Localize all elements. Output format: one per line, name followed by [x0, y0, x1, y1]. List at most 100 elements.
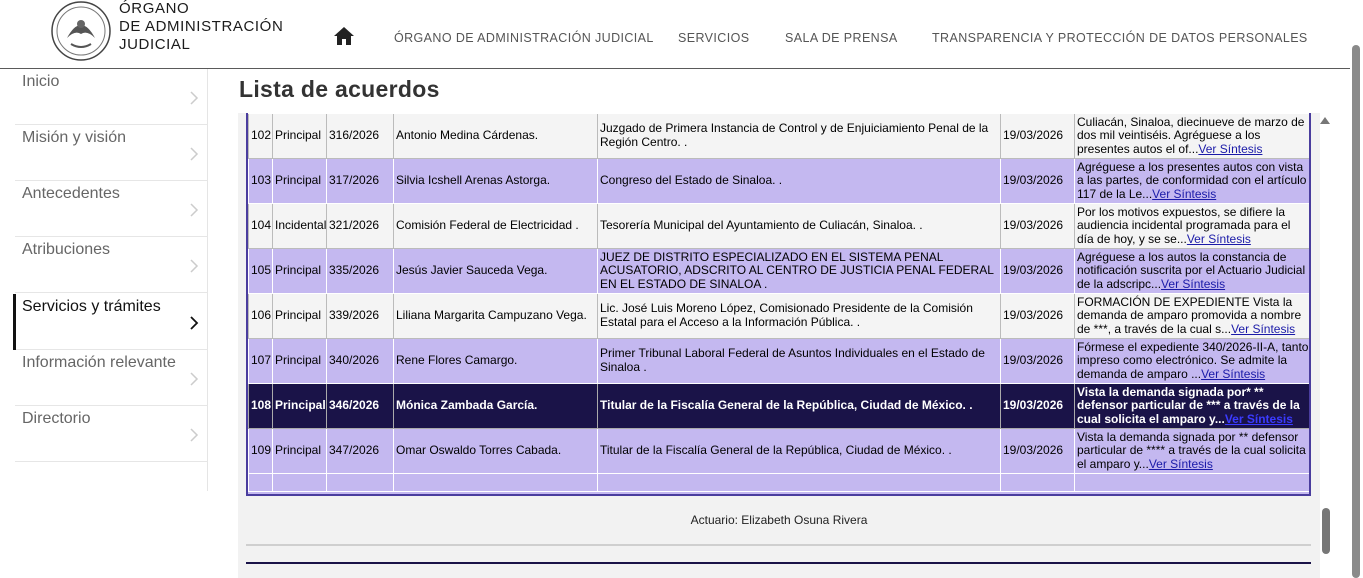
sidebar-item-label: Atribuciones: [22, 241, 111, 258]
cell-exp: 321/2026: [326, 203, 394, 249]
cell-fecha: 19/03/2026: [1000, 383, 1075, 429]
sidebar-item-antecedentes[interactable]: Antecedentes: [15, 181, 208, 237]
page-scrollbar[interactable]: [1350, 0, 1363, 578]
table-row[interactable]: 107 Principal 340/2026 Rene Flores Camargo.…: [248, 338, 1309, 384]
cell-exp: 346/2026: [326, 383, 394, 429]
cell-exp: 317/2026: [326, 158, 394, 204]
ver-sintesis-link[interactable]: Ver Síntesis: [1231, 322, 1295, 336]
chevron-right-icon: [190, 428, 199, 442]
sidebar-item-label: Inicio: [22, 73, 60, 90]
cell-num: 104: [248, 203, 273, 249]
cell-exp: 316/2026: [326, 113, 394, 159]
cell-sintesis: Vista la demanda signada por* ** defenso…: [1074, 383, 1309, 429]
cell-actor: Omar Oswaldo Torres Cabada.: [393, 428, 598, 474]
cell-tipo: Principal: [272, 158, 327, 204]
nav-item-sala-de-prensa[interactable]: SALA DE PRENSA: [785, 31, 898, 45]
cell-autoridad: Primer Tribunal Laboral Federal de Asunt…: [597, 338, 1001, 384]
ver-sintesis-link[interactable]: Ver Síntesis: [1225, 412, 1293, 426]
scroll-up-arrow-icon[interactable]: [1320, 117, 1330, 124]
cell-num: 103: [248, 158, 273, 204]
site-logo-text[interactable]: ÓRGANO DE ADMINISTRACIÓN JUDICIAL: [119, 0, 309, 54]
cell-num: 107: [248, 338, 273, 384]
cell-fecha: 19/03/2026: [1000, 428, 1075, 474]
content-scrollbar[interactable]: [1318, 113, 1332, 578]
table-row[interactable]: 102 Principal 316/2026 Antonio Medina Cárde…: [248, 113, 1309, 159]
ver-sintesis-link[interactable]: Ver Síntesis: [1161, 277, 1225, 291]
cell-exp: 347/2026: [326, 428, 394, 474]
ver-sintesis-link[interactable]: Ver Síntesis: [1149, 457, 1213, 471]
divider: [246, 544, 1311, 546]
table-row[interactable]: 104 Incidental 321/2026 Comisión Federal de…: [248, 203, 1309, 249]
cell-exp: 335/2026: [326, 248, 394, 294]
cell-autoridad: Congreso del Estado de Sinaloa. .: [597, 158, 1001, 204]
cell-sintesis: Vista la demanda signada por ** defensor…: [1074, 428, 1309, 474]
sidebar-item-label: Antecedentes: [22, 185, 120, 202]
nav-item-transparencia[interactable]: TRANSPARENCIA Y PROTECCIÓN DE DATOS PERS…: [932, 31, 1308, 45]
cell-fecha: 19/03/2026: [1000, 203, 1075, 249]
cell-sintesis: Fórmese el expediente 340/2026-II-A, tan…: [1074, 338, 1309, 384]
cell-tipo: Principal: [272, 113, 327, 159]
cell-tipo: Principal: [272, 248, 327, 294]
table-cell: [393, 473, 598, 492]
actuario-label: Actuario: Elizabeth Osuna Rivera: [690, 513, 868, 527]
cell-sintesis: FORMACIÓN DE EXPEDIENTE Vista la demanda…: [1074, 293, 1309, 339]
coat-of-arms-icon: [51, 1, 111, 61]
cell-autoridad: Tesorería Municipal del Ayuntamiento de …: [597, 203, 1001, 249]
ver-sintesis-link[interactable]: Ver Síntesis: [1187, 232, 1251, 246]
cell-actor: Comisión Federal de Electricidad .: [393, 203, 598, 249]
chevron-right-icon: [190, 372, 199, 386]
cell-fecha: 19/03/2026: [1000, 248, 1075, 294]
cell-num: 108: [248, 383, 273, 429]
table-row[interactable]: 106 Principal 339/2026 Liliana Margarita Ca…: [248, 293, 1309, 339]
cell-num: 106: [248, 293, 273, 339]
sidebar-item-informacion-relevante[interactable]: Información relevante: [15, 350, 208, 406]
nav-item-servicios[interactable]: SERVICIOS: [678, 31, 749, 45]
scrollbar-thumb[interactable]: [1352, 45, 1360, 578]
chevron-right-icon: [190, 147, 199, 161]
cell-sintesis: Culiacán, Sinaloa, diecinueve de marzo d…: [1074, 113, 1309, 159]
sidebar-item-servicios-tramites[interactable]: Servicios y trámites: [13, 294, 208, 350]
home-icon[interactable]: [333, 26, 355, 46]
sidebar-item-directorio[interactable]: Directorio: [15, 406, 208, 462]
divider: [246, 562, 1311, 564]
cell-tipo: Principal: [272, 338, 327, 384]
chevron-right-icon: [190, 203, 199, 217]
scrollbar-thumb[interactable]: [1322, 508, 1330, 554]
ver-sintesis-link[interactable]: Ver Síntesis: [1201, 367, 1265, 381]
sidebar-item-inicio[interactable]: Inicio: [15, 69, 208, 125]
cell-tipo: Principal: [272, 293, 327, 339]
cell-sintesis: Agréguese a los autos la constancia de n…: [1074, 248, 1309, 294]
logo-line: JUDICIAL: [119, 36, 191, 53]
cell-fecha: 19/03/2026: [1000, 158, 1075, 204]
cell-tipo: Principal: [272, 383, 327, 429]
table-row[interactable]: 108 Principal 346/2026 Mónica Zambada Garcí…: [248, 383, 1309, 429]
cell-fecha: 19/03/2026: [1000, 113, 1075, 159]
table-row[interactable]: 109 Principal 347/2026 Omar Oswaldo Torres …: [248, 428, 1309, 474]
sintesis-text: Culiacán, Sinaloa, diecinueve de marzo d…: [1077, 114, 1305, 156]
chevron-right-icon: [190, 259, 199, 273]
cell-actor: Jesús Javier Sauceda Vega.: [393, 248, 598, 294]
sidebar-item-mision-vision[interactable]: Misión y visión: [15, 125, 208, 181]
table-cell: [597, 473, 1001, 492]
nav-item-organo[interactable]: ÓRGANO DE ADMINISTRACIÓN JUDICIAL: [394, 31, 654, 45]
ver-sintesis-link[interactable]: Ver Síntesis: [1152, 187, 1216, 201]
cell-sintesis: Agréguese a los presentes autos con vist…: [1074, 158, 1309, 204]
acuerdos-table-frame[interactable]: 102 Principal 316/2026 Antonio Medina Cárde…: [246, 113, 1311, 496]
table-row-empty: [248, 473, 1309, 492]
table-cell: [248, 473, 273, 492]
cell-autoridad: JUEZ DE DISTRITO ESPECIALIZADO EN EL SIS…: [597, 248, 1001, 294]
cell-actor: Antonio Medina Cárdenas.: [393, 113, 598, 159]
cell-num: 109: [248, 428, 273, 474]
cell-actor: Silvia Icshell Arenas Astorga.: [393, 158, 598, 204]
sidebar-item-atribuciones[interactable]: Atribuciones: [15, 237, 208, 293]
table-row[interactable]: 103 Principal 317/2026 Silvia Icshell Arena…: [248, 158, 1309, 204]
cell-fecha: 19/03/2026: [1000, 338, 1075, 384]
cell-fecha: 19/03/2026: [1000, 293, 1075, 339]
table-row[interactable]: 105 Principal 335/2026 Jesús Javier Sauceda…: [248, 248, 1309, 294]
chevron-right-icon: [190, 316, 199, 330]
cell-exp: 339/2026: [326, 293, 394, 339]
ver-sintesis-link[interactable]: Ver Síntesis: [1198, 142, 1262, 156]
cell-actor: Mónica Zambada García.: [393, 383, 598, 429]
logo-line: DE ADMINISTRACIÓN: [119, 18, 284, 35]
cell-actor: Rene Flores Camargo.: [393, 338, 598, 384]
